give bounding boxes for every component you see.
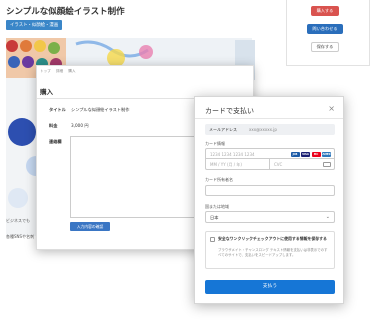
cvc-card-icon xyxy=(323,162,331,167)
save-info-description: ブラウザメイト・チャンスロング テキスト情報を支払いは非表示でのすべてのサイトで… xyxy=(218,248,328,257)
chevron-down-icon: ⌄ xyxy=(325,214,330,220)
modal-title: 購入 xyxy=(40,88,53,96)
cardholder-label: カード所有者名 xyxy=(205,177,233,182)
country-value: 日本 xyxy=(210,215,219,220)
card-number-input[interactable]: 1234 1234 1234 1234 JCB VISA MC AMEX xyxy=(205,148,335,159)
confirm-button[interactable]: 入力内容の確認 xyxy=(70,222,110,231)
breadcrumb: トップ 詳細 購入 xyxy=(40,69,79,74)
breadcrumb-item[interactable]: 詳細 xyxy=(56,69,63,73)
breadcrumb-item: 購入 xyxy=(68,69,76,73)
page-title: シンプルな似顔絵イラスト制作 xyxy=(6,7,125,17)
title-label: タイトル xyxy=(49,107,66,112)
expiry-placeholder: MM / YY (月 / 年) xyxy=(210,162,242,167)
card-info-label: カード情報 xyxy=(205,141,225,146)
expiry-input[interactable]: MM / YY (月 / 年) xyxy=(205,159,270,170)
save-info-checkbox[interactable] xyxy=(210,237,215,242)
cardholder-input[interactable] xyxy=(205,185,335,196)
jcb-icon: JCB xyxy=(290,151,300,157)
purchase-sidebar: 購入する 問い合わせる 保存する xyxy=(286,0,370,66)
cvc-input[interactable]: CVC xyxy=(270,159,335,170)
mastercard-icon: MC xyxy=(311,151,321,157)
amex-icon: AMEX xyxy=(322,151,331,157)
inquiry-button[interactable]: 問い合わせる xyxy=(307,24,343,34)
card-payment-dialog: カードで支払い × メールアドレス xxx@xxxxx.jp カード情報 123… xyxy=(194,96,344,304)
visa-icon: VISA xyxy=(301,151,310,157)
title-value: シンプルな似顔絵イラスト制作 xyxy=(71,107,130,112)
description-text: 各種SNSや名刺 xyxy=(6,234,35,239)
price-label: 料金 xyxy=(49,123,58,128)
email-value: xxx@xxxxx.jp xyxy=(249,127,277,132)
close-icon[interactable]: × xyxy=(328,104,335,113)
price-value: 3,000 円 xyxy=(71,123,89,128)
description-text: ビジネスでも xyxy=(6,218,30,223)
buy-button[interactable]: 購入する xyxy=(311,6,339,16)
country-label: 国または地域 xyxy=(205,204,229,209)
save-info-title: 安全なワンクリックチェックアウトに使用する情報を保存する xyxy=(218,236,327,241)
save-info-option: 安全なワンクリックチェックアウトに使用する情報を保存する ブラウザメイト・チャン… xyxy=(205,231,335,269)
pay-button[interactable]: 支払う xyxy=(205,280,335,294)
dialog-title: カードで支払い xyxy=(205,107,254,115)
cvc-placeholder: CVC xyxy=(274,162,283,167)
favorite-button[interactable]: 保存する xyxy=(311,42,339,52)
breadcrumb-item[interactable]: トップ xyxy=(40,69,51,73)
message-label: 連絡欄 xyxy=(49,139,62,144)
category-badge[interactable]: イラスト・似顔絵・漫画 xyxy=(6,20,63,30)
email-label: メールアドレス xyxy=(209,127,237,132)
email-field[interactable]: メールアドレス xxx@xxxxx.jp xyxy=(205,124,335,135)
message-textarea[interactable] xyxy=(70,136,200,218)
divider xyxy=(195,118,343,119)
card-number-placeholder: 1234 1234 1234 1234 xyxy=(210,152,255,157)
card-brands: JCB VISA MC AMEX xyxy=(290,151,331,157)
country-select[interactable]: 日本 ⌄ xyxy=(205,211,335,223)
